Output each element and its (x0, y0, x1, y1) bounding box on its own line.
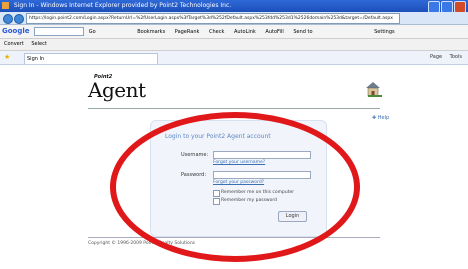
minimize-icon[interactable] (428, 1, 440, 12)
browser-window: Sign In - Windows Internet Explorer prov… (0, 0, 468, 269)
toolbar-item-bookmarks[interactable]: Bookmarks (137, 29, 165, 35)
back-icon[interactable] (3, 14, 13, 24)
toolbar-item-send-to[interactable]: Send to (293, 29, 312, 35)
fav-item-select[interactable]: Select (31, 41, 46, 47)
tab-bar: ★ Sign In Page Tools (0, 51, 468, 65)
fav-item-convert[interactable]: Convert (4, 41, 24, 47)
toolbar-item-pagerank[interactable]: PageRank (175, 29, 200, 35)
help-link[interactable]: ✚ Help (372, 115, 389, 121)
header-divider (88, 108, 380, 109)
toolbar-item-check[interactable]: Check (209, 29, 224, 35)
annotation-ellipse (110, 112, 360, 262)
help-label: Help (377, 115, 390, 121)
toolbar-item-settings[interactable]: Settings (374, 29, 395, 35)
favorites-bar: Convert Select (0, 39, 468, 51)
address-bar: https://login.point2.com/Login.aspx?Retu… (0, 12, 468, 25)
close-icon[interactable] (454, 1, 466, 12)
command-bar: Page Tools (430, 51, 462, 64)
help-icon: ✚ (372, 115, 377, 121)
command-tools[interactable]: Tools (450, 54, 462, 60)
command-page[interactable]: Page (430, 54, 442, 60)
window-controls (428, 1, 466, 12)
ie-icon (2, 2, 9, 9)
toolbar-item-autofill[interactable]: AutoFill (265, 29, 283, 35)
window-title: Sign In - Windows Internet Explorer prov… (13, 2, 232, 9)
google-toolbar: Google Go Bookmarks PageRank Check AutoL… (0, 25, 468, 39)
toolbar-item-autolink[interactable]: AutoLink (234, 29, 256, 35)
google-go-button[interactable]: Go (89, 29, 96, 35)
url-input[interactable]: https://login.point2.com/Login.aspx?Retu… (26, 13, 400, 24)
google-logo: Google (2, 27, 30, 35)
forward-icon[interactable] (14, 14, 24, 24)
house-icon (366, 82, 382, 97)
google-search-input[interactable] (34, 27, 85, 36)
favorites-star-icon[interactable]: ★ (4, 54, 10, 61)
title-bar: Sign In - Windows Internet Explorer prov… (0, 0, 468, 12)
tab-sign-in[interactable]: Sign In (24, 53, 158, 64)
maximize-icon[interactable] (441, 1, 453, 12)
logo-agent-text: Agent (88, 78, 146, 102)
point2-agent-logo: Point2 Agent (88, 74, 146, 102)
